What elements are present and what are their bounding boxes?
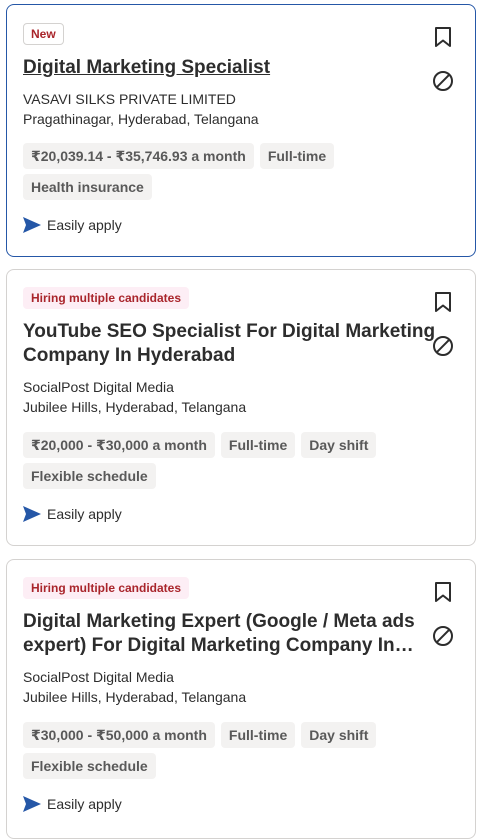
company-name: VASAVI SILKS PRIVATE LIMITED [23,91,236,107]
schedule-chip: Flexible schedule [23,753,156,779]
easily-apply-label: Easily apply [47,796,122,812]
job-title[interactable]: Digital Marketing Specialist [23,55,270,80]
salary-chip: ₹20,000 - ₹30,000 a month [23,432,215,458]
not-interested-icon [433,626,453,646]
job-type-chip: Full-time [220,722,296,748]
job-title-line-2[interactable]: Company In Hyderabad [23,343,235,368]
send-arrow-icon [23,506,41,522]
bookmark-icon [435,582,451,602]
new-badge: New [23,23,64,45]
shift-chip: Day shift [301,432,377,458]
hiring-badge: Hiring multiple candidates [23,287,190,309]
salary-chip: ₹30,000 - ₹50,000 a month [23,722,215,748]
job-location: Jubilee Hills, Hyderabad, Telangana [23,399,247,415]
hiring-badge: Hiring multiple candidates [23,577,190,599]
send-arrow-icon [23,217,41,233]
not-interested-icon [433,71,453,91]
job-title-line-1[interactable]: Digital Marketing Expert (Google / Meta … [23,609,415,634]
job-location: Jubilee Hills, Hyderabad, Telangana [23,689,247,705]
save-job-button[interactable] [431,580,455,604]
benefit-chip: Health insurance [23,174,152,200]
schedule-chip: Flexible schedule [23,463,156,489]
company-name: SocialPost Digital Media [23,379,174,395]
not-interested-button[interactable] [431,334,455,358]
easily-apply-label: Easily apply [47,506,122,522]
save-job-button[interactable] [431,290,455,314]
send-arrow-icon [23,796,41,812]
shift-chip: Day shift [301,722,377,748]
job-card[interactable]: Hiring multiple candidates Digital Marke… [6,559,476,839]
job-card[interactable]: Hiring multiple candidates YouTube SEO S… [6,269,476,546]
job-location: Pragathinagar, Hyderabad, Telangana [23,111,259,127]
easily-apply: Easily apply [23,217,122,233]
job-title-line-1[interactable]: YouTube SEO Specialist For Digital Marke… [23,319,435,344]
not-interested-icon [433,336,453,356]
bookmark-icon [435,292,451,312]
easily-apply: Easily apply [23,796,122,812]
salary-chip: ₹20,039.14 - ₹35,746.93 a month [23,143,254,169]
not-interested-button[interactable] [431,624,455,648]
job-title-line-2[interactable]: expert) For Digital Marketing Company In… [23,633,414,658]
job-type-chip: Full-time [220,432,296,458]
company-name: SocialPost Digital Media [23,669,174,685]
job-type-chip: Full-time [259,143,335,169]
bookmark-icon [435,27,451,47]
easily-apply: Easily apply [23,506,122,522]
save-job-button[interactable] [431,25,455,49]
easily-apply-label: Easily apply [47,217,122,233]
job-card[interactable]: New Digital Marketing Specialist VASAVI … [6,4,476,257]
not-interested-button[interactable] [431,69,455,93]
